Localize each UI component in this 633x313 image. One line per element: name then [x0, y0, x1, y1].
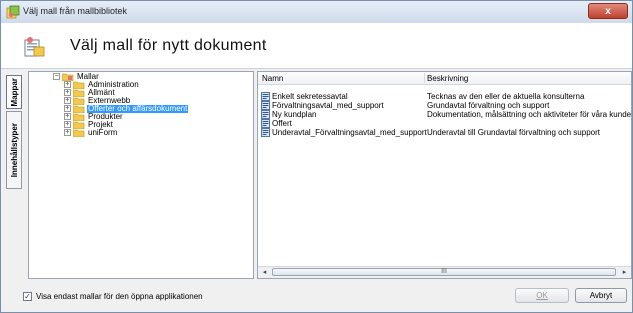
page-title: Välj mall för nytt dokument — [70, 37, 267, 54]
list-item[interactable]: Ny kundplan Dokumentation, målsättning o… — [258, 110, 631, 119]
scrollbar-thumb[interactable]: III — [272, 268, 616, 276]
word-document-icon — [261, 101, 270, 110]
folder-icon — [73, 121, 85, 129]
tree-item-label: uniForm — [88, 128, 118, 137]
template-name: Underavtal_Förvaltningsavtal_med_support — [272, 128, 427, 137]
folder-tree[interactable]: − Mallar + Administration + Allmänt + Ex… — [28, 71, 254, 279]
template-description: Grundavtal förvaltning och support — [427, 101, 550, 110]
expand-icon[interactable]: + — [64, 81, 71, 88]
tree-item-offerter[interactable]: + Offerter och affärsdokument — [53, 105, 243, 113]
template-document-icon — [24, 37, 45, 57]
column-header-description[interactable]: Beskrivning — [427, 74, 468, 83]
title-bar[interactable]: Välj mall från mallbibliotek x — [1, 1, 632, 24]
close-button[interactable]: x — [588, 3, 628, 19]
tab-innehallstyper-label: Innehållstyper — [9, 122, 19, 178]
scrollbar-grip-icon: III — [441, 268, 447, 275]
app-filter-label[interactable]: Visa endast mallar för den öppna applika… — [36, 292, 203, 301]
template-name: Enkelt sekretessavtal — [272, 92, 348, 101]
expand-icon[interactable]: + — [64, 105, 71, 112]
tree-item-allmant[interactable]: + Allmänt — [53, 89, 243, 97]
expand-icon[interactable]: + — [64, 97, 71, 104]
list-item[interactable]: Enkelt sekretessavtal Tecknas av den ell… — [258, 92, 631, 101]
tree-root[interactable]: − Mallar — [53, 73, 243, 81]
app-filter-checkbox[interactable]: ✓ — [23, 292, 32, 301]
template-name: Ny kundplan — [272, 110, 317, 119]
cancel-button[interactable]: Avbryt — [575, 288, 627, 303]
horizontal-scrollbar[interactable]: ◂ III ▸ — [258, 266, 631, 278]
folder-icon — [73, 89, 85, 97]
header-area: Välj mall för nytt dokument — [1, 23, 632, 69]
template-list[interactable]: Namn Beskrivning Enkelt sekretessavtal T… — [257, 71, 632, 279]
folder-icon — [73, 81, 85, 89]
list-item[interactable]: Förvaltningsavtal_med_support Grundavtal… — [258, 101, 631, 110]
word-document-icon — [261, 92, 270, 101]
window-title: Välj mall från mallbibliotek — [23, 6, 128, 16]
tree-item-uniform[interactable]: + uniForm — [53, 129, 243, 137]
folder-open-icon — [62, 73, 74, 81]
list-item[interactable]: Offert — [258, 119, 631, 128]
footer: ✓ Visa endast mallar för den öppna appli… — [1, 282, 632, 312]
word-document-icon — [261, 110, 270, 119]
template-name: Förvaltningsavtal_med_support — [272, 101, 384, 110]
folder-icon — [73, 105, 85, 113]
expand-icon[interactable]: + — [64, 89, 71, 96]
close-icon[interactable]: x — [605, 6, 611, 17]
column-header-name[interactable]: Namn — [262, 74, 283, 83]
list-header: Namn Beskrivning — [258, 72, 631, 85]
dialog-window: Välj mall från mallbibliotek x Välj mall… — [0, 0, 633, 313]
column-divider[interactable] — [424, 73, 425, 83]
word-document-icon — [261, 128, 270, 137]
ok-button[interactable]: OK — [515, 288, 569, 303]
expand-icon[interactable]: + — [64, 113, 71, 120]
collapse-icon[interactable]: − — [53, 73, 60, 80]
word-document-icon — [261, 119, 270, 128]
template-description: Underavtal till Grundavtal förvaltning o… — [427, 128, 600, 137]
template-name: Offert — [272, 119, 292, 128]
tree-item-produkter[interactable]: + Produkter — [53, 113, 243, 121]
scroll-left-icon[interactable]: ◂ — [259, 267, 270, 278]
template-description: Tecknas av den eller de aktuella konsult… — [427, 92, 585, 101]
list-item[interactable]: Underavtal_Förvaltningsavtal_med_support… — [258, 128, 631, 137]
cancel-button-label: Avbryt — [589, 291, 613, 300]
tree-item-projekt[interactable]: + Projekt — [53, 121, 243, 129]
expand-icon[interactable]: + — [64, 121, 71, 128]
tab-innehallstyper[interactable]: Innehållstyper — [6, 111, 22, 189]
tab-mappar-label: Mappar — [9, 77, 19, 107]
expand-icon[interactable]: + — [64, 129, 71, 136]
tab-mappar[interactable]: Mappar — [6, 75, 22, 109]
tree-root-container: − Mallar + Administration + Allmänt + Ex… — [53, 73, 243, 137]
template-description: Dokumentation, målsättning och aktivitet… — [427, 110, 632, 119]
side-tabs: Mappar Innehållstyper — [1, 69, 27, 281]
tree-item-administration[interactable]: + Administration — [53, 81, 243, 89]
folder-icon — [73, 113, 85, 121]
folder-icon — [73, 129, 85, 137]
ok-button-label: OK — [536, 291, 548, 300]
scroll-right-icon[interactable]: ▸ — [619, 267, 630, 278]
folder-icon — [73, 97, 85, 105]
app-icon — [6, 5, 20, 19]
